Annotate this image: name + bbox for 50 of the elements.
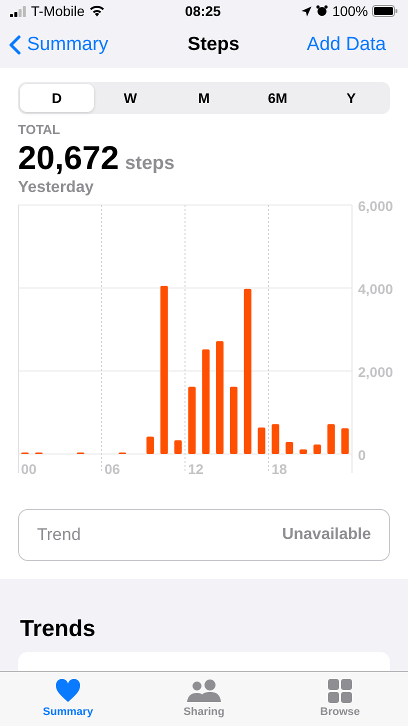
total-label: TOTAL: [18, 122, 62, 137]
axis-label: 4,000: [358, 281, 394, 297]
period-label: Yesterday: [18, 179, 95, 197]
chart-bar: [341, 428, 349, 454]
period-tab[interactable]: D: [20, 84, 94, 112]
period-tab[interactable]: 6M: [240, 84, 314, 112]
section-title: Trends: [20, 615, 96, 642]
axis-label: 00: [21, 461, 37, 476]
wifi-icon: [88, 5, 105, 17]
chart-bar: [272, 424, 280, 454]
battery-percent: 100%: [332, 3, 368, 19]
axis-label: 12: [188, 461, 204, 476]
carrier-name: T-Mobile: [31, 3, 85, 19]
trend-row[interactable]: Trend Unavailable: [18, 509, 390, 561]
signal-icon: [10, 6, 27, 16]
chart-bar: [188, 386, 196, 454]
heart-icon: [55, 679, 81, 703]
period-tab[interactable]: M: [167, 84, 241, 112]
axis-label: 18: [272, 461, 288, 476]
chart-bar: [313, 444, 321, 454]
chart-bar: [286, 442, 294, 454]
alarm-icon: [316, 5, 328, 17]
chart-bar: [300, 449, 308, 454]
chart-bar: [258, 427, 266, 454]
screen-title: Steps: [188, 34, 240, 56]
chart-bar: [174, 440, 182, 454]
period-tab[interactable]: Y: [314, 84, 388, 112]
axis-label: 6,000: [358, 201, 394, 214]
chevron-left-icon: [8, 35, 21, 55]
location-icon: [301, 6, 312, 16]
back-link[interactable]: Summary: [8, 34, 108, 56]
tab-item[interactable]: Summary: [0, 672, 136, 726]
tab-item[interactable]: Sharing: [136, 672, 272, 726]
axis-label: 0: [358, 447, 366, 463]
unit-label: steps: [124, 153, 175, 175]
total-value: 20,672: [18, 139, 119, 177]
chart-bar: [146, 436, 154, 454]
people-icon: [187, 679, 221, 703]
tab-item[interactable]: Browse: [272, 672, 408, 726]
battery-icon: [372, 5, 398, 17]
axis-label: 06: [104, 461, 120, 476]
period-tab[interactable]: W: [94, 84, 168, 112]
trend-label: Trend: [37, 525, 81, 545]
chart-bar: [327, 424, 335, 454]
add-data-link[interactable]: Add Data: [306, 34, 386, 56]
axis-label: 2,000: [358, 364, 394, 380]
grid-icon: [328, 679, 352, 703]
trend-value: Unavailable: [282, 526, 371, 544]
status-time: 08:25: [185, 3, 221, 19]
chart-bar: [230, 386, 238, 454]
